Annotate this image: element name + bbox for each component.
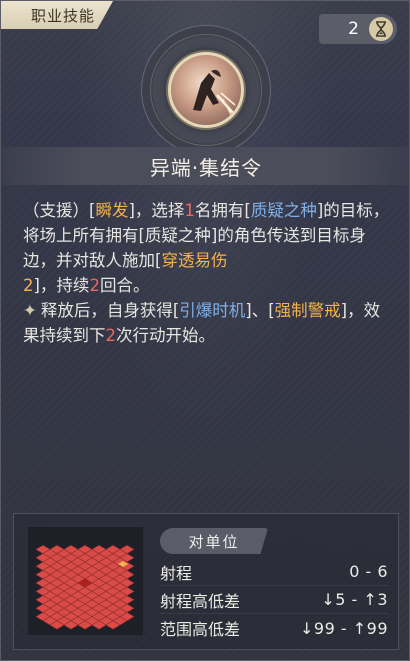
- skill-card: 职业技能 2 异端·集结令 （支援）[瞬发]，选择1名拥有[质疑之种]的目标，将…: [0, 0, 410, 661]
- keyword-forced-alert[interactable]: 强制警戒: [275, 301, 341, 320]
- keyword-detonate-timing[interactable]: 引爆时机: [179, 301, 245, 320]
- desc-text: 释放后，自身获得[: [40, 301, 180, 320]
- desc-text: ]，持续: [33, 276, 90, 295]
- desc-text: ]、[: [245, 301, 275, 320]
- number-value: 1: [184, 201, 195, 220]
- range-panel: 对单位 射程 0 - 6 射程高低差 ↓5 - ↑3 范围高低差 ↓99 - ↑…: [13, 513, 399, 650]
- range-grid: [28, 527, 143, 635]
- category-tab[interactable]: 职业技能: [1, 1, 113, 29]
- skill-description: （支援）[瞬发]，选择1名拥有[质疑之种]的目标，将场上所有拥有[质疑之种]的角…: [23, 198, 395, 348]
- skill-icon-frame: [141, 25, 271, 155]
- stat-value: ↓99 - ↑99: [300, 618, 388, 638]
- keyword-pierce-vulnerable[interactable]: 穿透易伤: [161, 251, 227, 270]
- stat-value: ↓5 - ↑3: [321, 590, 388, 609]
- stat-label: 射程: [160, 563, 193, 583]
- desc-text: 名拥有[: [194, 201, 251, 220]
- stat-area-height: 范围高低差 ↓99 - ↑99: [160, 614, 388, 642]
- description-paragraph-1: （支援）[瞬发]，选择1名拥有[质疑之种]的目标，将场上所有拥有[质疑之种]的角…: [23, 198, 395, 298]
- number-value: 2: [23, 276, 34, 295]
- stat-label: 范围高低差: [160, 620, 241, 639]
- cost-badge: 2: [319, 14, 397, 44]
- desc-text: （支援）[: [23, 201, 96, 220]
- hourglass-icon: [369, 17, 393, 41]
- stat-range: 射程 0 - 6: [160, 558, 388, 586]
- target-type-tab: 对单位: [160, 528, 268, 554]
- desc-text: 回合。: [99, 276, 150, 295]
- desc-text: ]，选择: [128, 201, 185, 220]
- description-paragraph-2: ✦ 释放后，自身获得[引爆时机]、[强制警戒]，效果持续到下2次行动开始。: [23, 298, 395, 348]
- skill-name: 异端·集结令: [149, 155, 263, 180]
- skill-portrait-icon: [168, 52, 244, 128]
- desc-text: 次行动开始。: [116, 326, 215, 345]
- stat-range-height: 射程高低差 ↓5 - ↑3: [160, 586, 388, 614]
- sparkle-icon: ✦: [23, 301, 37, 320]
- range-diamond-grid: [35, 544, 135, 630]
- stat-label: 射程高低差: [160, 591, 241, 611]
- skill-title-bar: 异端·集结令: [1, 147, 409, 185]
- keyword-seed-of-doubt[interactable]: 质疑之种: [251, 201, 317, 220]
- number-value: 2: [89, 276, 100, 295]
- cost-value: 2: [348, 19, 359, 39]
- number-value: 2: [105, 326, 117, 345]
- keyword-instant[interactable]: 瞬发: [95, 201, 128, 220]
- stat-value: 0 - 6: [349, 562, 388, 581]
- category-tab-label: 职业技能: [31, 6, 96, 25]
- target-type-label: 对单位: [188, 532, 240, 551]
